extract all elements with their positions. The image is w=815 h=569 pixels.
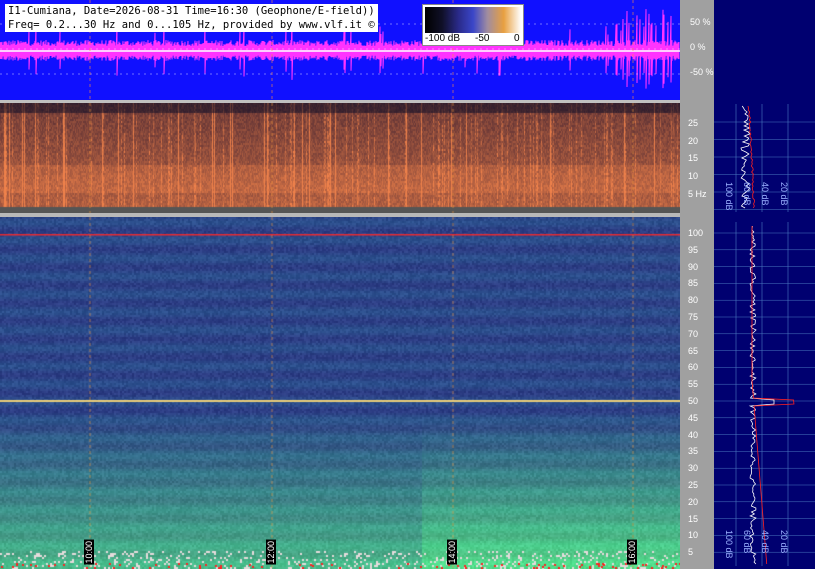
high-frequency-axis-label: 20: [688, 496, 699, 507]
waveform-axis-label: 50 %: [690, 17, 711, 27]
high-frequency-axis-label: 30: [688, 463, 699, 474]
high-frequency-axis-label: 75: [688, 312, 699, 322]
profile-high-db-label: 60 dB: [742, 530, 752, 554]
high-frequency-axis-label: 15: [688, 513, 699, 524]
title-line-2: Freq= 0.2...30 Hz and 0...105 Hz, provid…: [8, 19, 375, 31]
low-frequency-spectrogram: [0, 103, 680, 213]
low-frequency-axis-label: 5 Hz: [688, 189, 707, 199]
waveform-axis-label: 0 %: [690, 42, 706, 52]
waveform-axis-label: -50 %: [690, 67, 714, 77]
color-scale-mid: -50: [475, 33, 490, 44]
color-scale-legend: -100 dB -50 0: [422, 4, 524, 46]
color-scale-gradient: [425, 7, 521, 33]
high-frequency-axis-label: 90: [688, 261, 699, 272]
low-frequency-axis-label: 10: [688, 171, 699, 181]
station-title: I1-Cumiana, Date=2026-08-31 Time=16:30 (…: [5, 4, 378, 32]
time-label: 12:00: [266, 540, 276, 565]
profile-low-db-label: 40 dB: [760, 182, 770, 206]
high-frequency-axis-label: 70: [688, 328, 699, 339]
high-frequency-axis-label: 10: [688, 530, 699, 541]
title-line-1: I1-Cumiana, Date=2026-08-31 Time=16:30 (…: [8, 5, 375, 17]
high-frequency-axis-label: 35: [688, 446, 699, 457]
high-frequency-spectrogram: [0, 217, 680, 569]
high-frequency-axis-label: 95: [688, 244, 699, 255]
high-frequency-axis-label: 40: [688, 429, 699, 440]
color-scale-min: -100 dB: [425, 33, 461, 44]
profile-high-average: [751, 226, 795, 565]
profile-high-db-label: 40 dB: [760, 530, 770, 554]
high-frequency-axis-label: 5: [688, 547, 694, 558]
time-label: 14:00: [447, 540, 457, 565]
profile-high-db-label: 20 dB: [779, 530, 789, 554]
high-frequency-axis-label: 60: [688, 362, 699, 373]
profile-low-db-label: 100 dB: [724, 182, 734, 211]
profile-high-db-label: 100 dB: [724, 530, 734, 559]
low-frequency-axis-label: 25: [688, 118, 699, 128]
color-scale-max: 0: [514, 33, 520, 44]
profile-low-db-label: 60 dB: [742, 182, 752, 206]
profile-low-db-label: 20 dB: [779, 182, 789, 206]
time-label: 10:00: [84, 540, 94, 565]
high-frequency-axis-label: 80: [688, 295, 699, 306]
time-label: 16:00: [627, 540, 637, 565]
high-frequency-axis-label: 100: [688, 228, 704, 238]
spectrum-profile-plot: [714, 104, 815, 566]
high-frequency-axis-label: 65: [688, 345, 699, 356]
low-frequency-axis-label: 20: [688, 136, 699, 146]
high-frequency-axis-label: 45: [688, 412, 699, 423]
low-frequency-axis-label: 15: [688, 153, 699, 163]
high-frequency-axis-label: 25: [688, 480, 699, 490]
high-frequency-axis-label: 55: [688, 379, 699, 390]
high-frequency-axis-label: 50: [688, 396, 699, 406]
high-frequency-axis-label: 85: [688, 278, 699, 289]
